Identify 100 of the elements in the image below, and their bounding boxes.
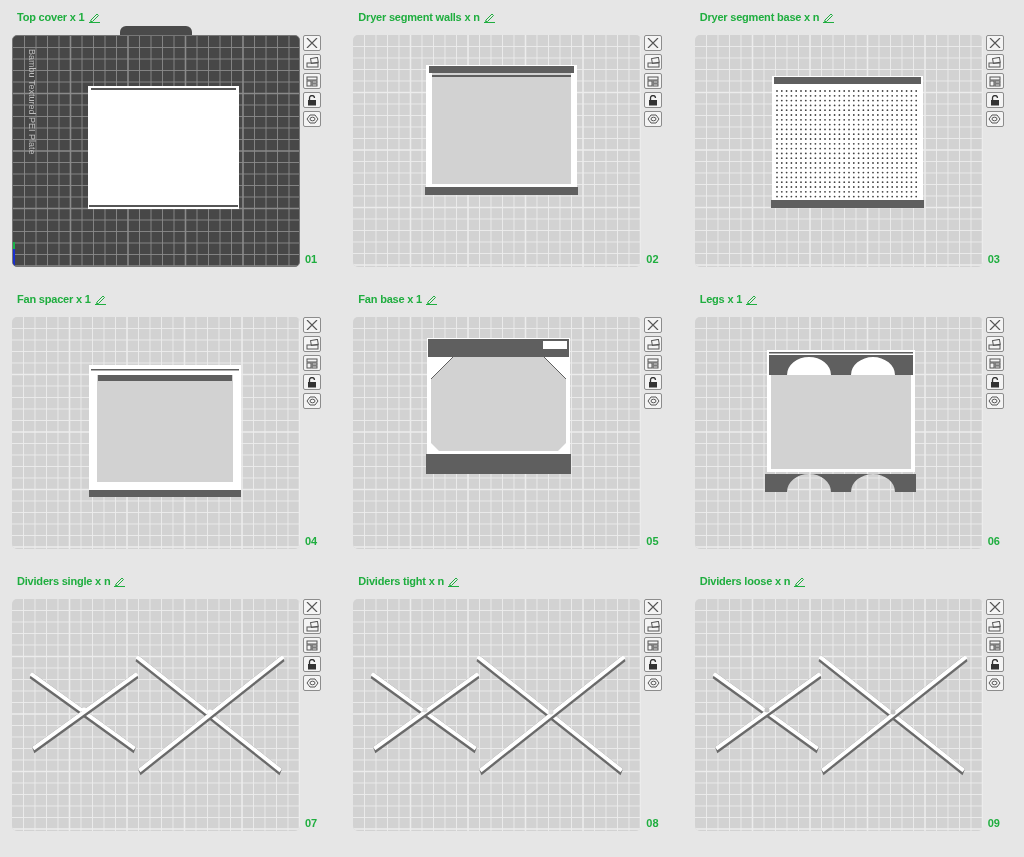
visibility-button[interactable] (985, 675, 1004, 691)
layout-button[interactable] (303, 637, 321, 653)
delete-plate-button[interactable] (644, 317, 663, 333)
eye-icon (988, 114, 1002, 124)
close-icon (647, 602, 660, 612)
lock-button[interactable] (303, 92, 321, 108)
lock-button[interactable] (303, 656, 321, 672)
delete-plate-button[interactable] (985, 317, 1004, 333)
plate-title: Dryer segment walls x n (358, 10, 480, 26)
build-plate[interactable] (694, 35, 983, 267)
close-icon (988, 38, 1001, 48)
pencil-icon (447, 576, 459, 587)
visibility-button[interactable] (303, 675, 321, 691)
pencil-icon (94, 294, 106, 305)
arrange-button[interactable] (985, 54, 1004, 70)
delete-plate-button[interactable] (303, 35, 321, 51)
delete-plate-button[interactable] (985, 35, 1004, 51)
build-plate[interactable]: Bambu Textured PEI Plate (12, 35, 300, 267)
visibility-button[interactable] (303, 111, 321, 127)
arrange-button[interactable] (644, 54, 663, 70)
visibility-button[interactable] (303, 393, 321, 409)
visibility-button[interactable] (644, 675, 663, 691)
lock-icon (648, 658, 659, 670)
layout-icon (988, 357, 1001, 369)
eye-icon (305, 114, 319, 124)
pencil-icon (794, 576, 806, 587)
layout-button[interactable] (303, 355, 321, 371)
layout-button[interactable] (985, 355, 1004, 371)
visibility-button[interactable] (985, 111, 1004, 127)
arrange-button[interactable] (303, 54, 321, 70)
arrange-button[interactable] (985, 618, 1004, 634)
arrange-icon (988, 56, 1002, 68)
plate-number: 08 (645, 815, 660, 831)
layout-button[interactable] (644, 355, 663, 371)
arrange-icon (988, 620, 1002, 632)
plate-number: 06 (986, 533, 1001, 549)
pencil-icon (823, 12, 835, 23)
close-icon (306, 320, 318, 330)
arrange-icon (646, 338, 660, 350)
delete-plate-button[interactable] (644, 599, 663, 615)
layout-button[interactable] (303, 73, 321, 89)
eye-icon (305, 396, 319, 406)
arrange-button[interactable] (644, 336, 663, 352)
pencil-icon (746, 294, 758, 305)
delete-plate-button[interactable] (303, 317, 321, 333)
close-icon (306, 602, 318, 612)
pencil-icon (88, 12, 100, 23)
arrange-button[interactable] (985, 336, 1004, 352)
plate-title: Legs x 1 (699, 292, 743, 308)
bed-label: Bambu Textured PEI Plate (26, 48, 39, 155)
lock-button[interactable] (985, 374, 1004, 390)
lock-button[interactable] (644, 656, 663, 672)
build-plate[interactable] (12, 317, 300, 549)
lock-icon (307, 376, 317, 388)
visibility-button[interactable] (985, 393, 1004, 409)
lock-icon (989, 94, 1000, 106)
layout-icon (306, 357, 318, 369)
arrange-icon (305, 338, 319, 350)
lock-icon (989, 376, 1000, 388)
plate-title: Fan base x 1 (358, 292, 422, 308)
pencil-icon (483, 12, 495, 23)
close-icon (306, 38, 318, 48)
delete-plate-button[interactable] (303, 599, 321, 615)
visibility-button[interactable] (644, 111, 663, 127)
plate-number: 05 (645, 533, 660, 549)
lock-icon (989, 658, 1000, 670)
axis-drawing (13, 241, 15, 266)
plate-title: Top cover x 1 (17, 10, 85, 26)
lock-icon (307, 658, 317, 670)
lock-button[interactable] (303, 374, 321, 390)
plate-handle (120, 26, 192, 36)
delete-plate-button[interactable] (644, 35, 663, 51)
eye-icon (988, 396, 1002, 406)
plate-number: 09 (986, 815, 1001, 831)
build-plate[interactable] (694, 317, 983, 549)
layout-button[interactable] (644, 73, 663, 89)
visibility-button[interactable] (644, 393, 663, 409)
build-plate[interactable] (353, 317, 642, 549)
layout-button[interactable] (644, 637, 663, 653)
lock-button[interactable] (644, 92, 663, 108)
layout-icon (647, 639, 660, 651)
arrange-button[interactable] (644, 618, 663, 634)
layout-icon (988, 75, 1001, 87)
lock-button[interactable] (985, 656, 1004, 672)
delete-plate-button[interactable] (985, 599, 1004, 615)
layout-icon (647, 357, 660, 369)
layout-button[interactable] (985, 73, 1004, 89)
eye-icon (988, 678, 1002, 688)
plate-title: Dividers single x n (17, 574, 111, 590)
plate-number: 03 (986, 251, 1001, 267)
lock-button[interactable] (985, 92, 1004, 108)
lock-icon (648, 94, 659, 106)
layout-button[interactable] (985, 637, 1004, 653)
eye-icon (646, 114, 660, 124)
lock-button[interactable] (644, 374, 663, 390)
build-plate[interactable] (353, 35, 642, 267)
plate-number: 07 (304, 815, 319, 831)
arrange-button[interactable] (303, 618, 321, 634)
arrange-button[interactable] (303, 336, 321, 352)
arrange-icon (305, 620, 319, 632)
